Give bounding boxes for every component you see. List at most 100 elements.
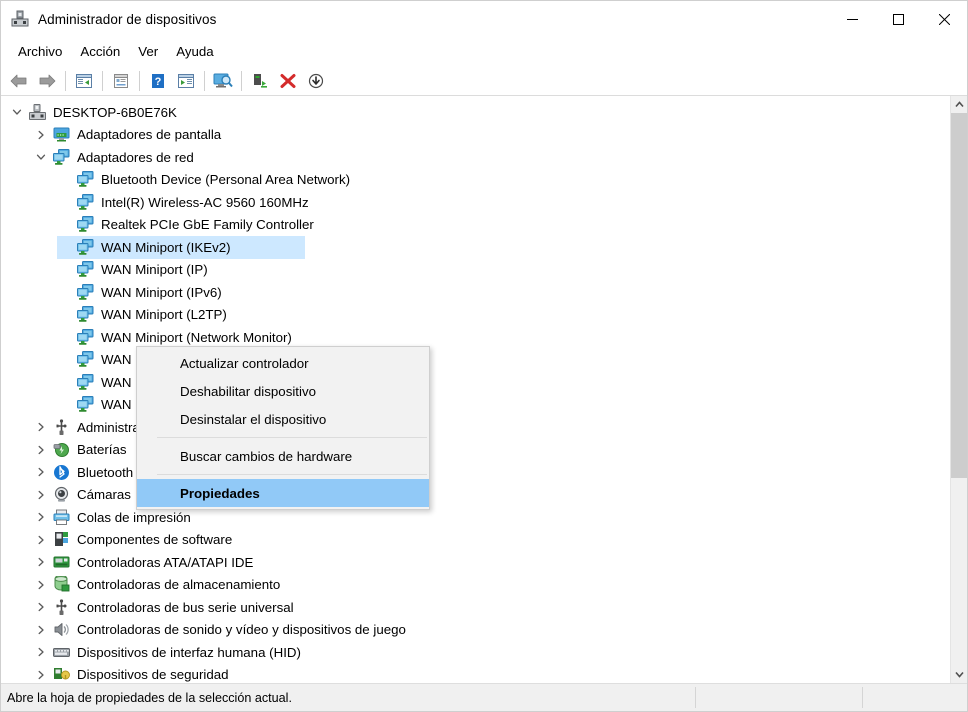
usb-controller-icon [53,599,70,616]
context-menu-item-label: Deshabilitar dispositivo [180,383,316,399]
ctx-uninstall-device[interactable]: Desinstalar el dispositivo [137,405,429,433]
disable-device-button[interactable] [302,68,330,94]
ctx-disable-device[interactable]: Deshabilitar dispositivo [137,377,429,405]
tree-item-label: WAN Miniport (L2TP) [101,307,227,323]
menu-archivo[interactable]: Archivo [9,41,71,62]
chevron-down-icon[interactable] [33,149,49,165]
scrollbar-thumb[interactable] [951,113,967,478]
svg-text:?: ? [155,76,162,88]
network-adapter-icon [53,148,70,166]
chevron-right-icon[interactable] [33,419,49,435]
minimize-button[interactable] [829,1,875,37]
tree-item[interactable]: Controladoras de sonido y vídeo y dispos… [1,619,950,642]
tree-item-label: WAN Miniport (IPv6) [101,284,222,300]
tree-item[interactable]: WAN Miniport (IKEv2) [1,236,950,259]
chevron-right-icon[interactable] [33,127,49,143]
chevron-right-icon[interactable] [33,532,49,548]
scrollbar-track[interactable] [951,113,967,666]
chevron-right-icon[interactable] [33,464,49,480]
title-bar: Administrador de dispositivos [1,1,967,37]
update-driver-button[interactable] [246,68,274,94]
tree-item[interactable]: WAN Miniport (IP) [1,259,950,282]
tree-item-label: Colas de impresión [77,509,191,525]
network-adapter-icon [77,306,94,323]
maximize-button[interactable] [875,1,921,37]
tree-item[interactable]: Realtek PCIe GbE Family Controller [1,214,950,237]
ide-controller-icon [53,554,70,571]
tree-item[interactable]: Adaptadores de pantalla [1,124,950,147]
menu-accion[interactable]: Acción [71,41,129,62]
chevron-right-icon[interactable] [33,577,49,593]
menu-bar: Archivo Acción Ver Ayuda [1,37,967,66]
usb-connector-icon [53,419,70,436]
tree-item-label: Cámaras [77,487,131,503]
device-manager-window: Administrador de dispositivos Archivo Ac… [0,0,968,712]
show-hide-console-tree-button[interactable] [70,68,98,94]
tree-item-label: WAN Miniport (Network Monitor) [101,329,292,345]
back-button[interactable] [5,68,33,94]
chevron-right-icon[interactable] [33,644,49,660]
uninstall-device-button[interactable] [274,68,302,94]
tree-item[interactable]: Adaptadores de red [1,146,950,169]
context-menu-item-label: Buscar cambios de hardware [180,448,353,464]
properties-button[interactable] [107,68,135,94]
tree-item-label: Bluetooth [77,464,134,480]
tree-item[interactable]: Controladoras ATA/ATAPI IDE [1,551,950,574]
chevron-right-icon[interactable] [33,442,49,458]
context-menu[interactable]: Actualizar controlador Deshabilitar dispo… [136,346,430,510]
vertical-scrollbar[interactable] [950,96,967,683]
window-controls [829,1,967,37]
computer-icon [29,103,46,121]
tree-item[interactable]: Dispositivos de seguridad [1,664,950,684]
tree-item[interactable]: Bluetooth Device (Personal Area Network) [1,169,950,192]
network-adapter-icon [77,261,94,278]
tree-item[interactable]: WAN Miniport (IPv6) [1,281,950,304]
chevron-down-icon[interactable] [9,104,25,120]
menu-ayuda[interactable]: Ayuda [167,41,222,62]
tree-item[interactable]: WAN Miniport (L2TP) [1,304,950,327]
ctx-update-driver[interactable]: Actualizar controlador [137,349,429,377]
menu-ver[interactable]: Ver [129,41,167,62]
show-hide-action-pane-button[interactable] [172,68,200,94]
status-divider [862,687,863,708]
ctx-properties[interactable]: Propiedades [137,479,429,507]
tree-item-label: Bluetooth Device (Personal Area Network) [101,172,351,188]
close-button[interactable] [921,1,967,37]
chevron-right-icon[interactable] [33,554,49,570]
ctx-scan-hardware-changes[interactable]: Buscar cambios de hardware [137,442,429,470]
printer-icon [53,509,70,526]
help-button[interactable]: ? [144,68,172,94]
tree-item-label: Controladoras de sonido y vídeo y dispos… [77,622,406,638]
tree-item-label: DESKTOP-6B0E76K [53,104,177,120]
chevron-right-icon[interactable] [33,667,49,683]
tree-item[interactable]: Controladoras de almacenamiento [1,574,950,597]
tree-item-label: Intel(R) Wireless-AC 9560 160MHz [101,194,309,210]
tree-item[interactable]: Controladoras de bus serie universal [1,596,950,619]
chevron-right-icon[interactable] [33,599,49,615]
battery-icon [53,441,70,458]
toolbar-separator [241,70,242,91]
tree-item[interactable]: DESKTOP-6B0E76K [1,101,950,124]
tree-item[interactable]: Intel(R) Wireless-AC 9560 160MHz [1,191,950,214]
forward-button[interactable] [33,68,61,94]
tree-item[interactable]: Componentes de software [1,529,950,552]
chevron-right-icon[interactable] [33,622,49,638]
network-adapter-icon [77,216,94,233]
scroll-down-arrow-icon[interactable] [951,666,967,683]
chevron-right-icon[interactable] [33,509,49,525]
scan-hardware-changes-button[interactable] [209,68,237,94]
tree-item-label: Adaptadores de red [77,149,194,165]
tree-item[interactable]: Dispositivos de interfaz humana (HID) [1,641,950,664]
scroll-up-arrow-icon[interactable] [951,96,967,113]
tree-item-label: Controladoras ATA/ATAPI IDE [77,554,254,570]
chevron-right-icon[interactable] [33,487,49,503]
network-adapter-icon [77,238,94,256]
tree-item-label: Adaptadores de pantalla [77,127,222,143]
